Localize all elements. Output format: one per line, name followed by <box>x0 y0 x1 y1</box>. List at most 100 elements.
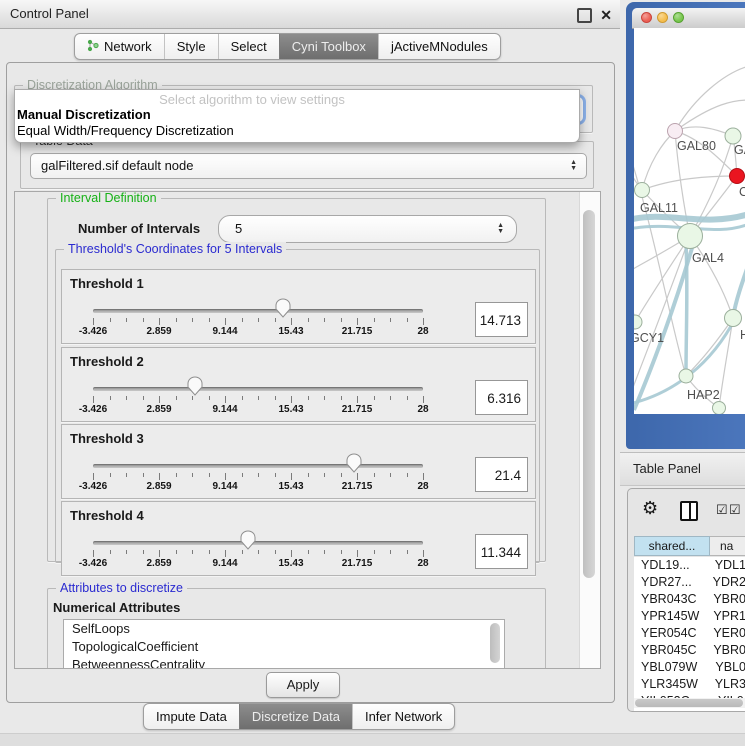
tab-jactivemnodules[interactable]: jActiveMNodules <box>378 34 500 59</box>
table-row[interactable]: YLR345WYLR3 <box>634 676 745 693</box>
list-scrollbar[interactable] <box>490 623 500 663</box>
close-light[interactable] <box>641 12 652 23</box>
network-edge[interactable] <box>675 66 745 131</box>
tab-impute-data[interactable]: Impute Data <box>144 704 239 729</box>
table-row[interactable]: YDR27...YDR2 <box>634 574 745 591</box>
slider-tick <box>110 550 111 554</box>
table-row[interactable]: YBR043CYBR0 <box>634 591 745 608</box>
network-edge[interactable] <box>690 236 733 318</box>
slider-tick <box>374 318 375 322</box>
gear-icon[interactable]: ⚙ <box>642 498 658 519</box>
threshold-value-field[interactable]: 14.713 <box>475 302 528 337</box>
numerical-attributes-list[interactable]: SelfLoopsTopologicalCoefficientBetweenne… <box>63 619 505 669</box>
network-edge[interactable] <box>642 131 675 190</box>
slider-tick-label: 2.859 <box>146 481 171 492</box>
network-node-h[interactable] <box>725 310 742 327</box>
attributes-group-label: Attributes to discretize <box>56 581 187 595</box>
slider-tick <box>258 550 259 554</box>
table-panel-title: Table Panel <box>633 461 701 476</box>
network-edge-highlighted[interactable] <box>634 248 692 410</box>
threshold-label: Threshold 2 <box>70 354 144 369</box>
slider-tick-label: 9.144 <box>212 326 237 337</box>
threshold-value-field[interactable]: 21.4 <box>475 457 528 492</box>
slider-tick-label: 28 <box>417 481 428 492</box>
table-data-combobox[interactable]: galFiltered.sif default node ▲▼ <box>30 153 587 179</box>
network-node-gcy1[interactable] <box>634 315 642 329</box>
attribute-list-item[interactable]: TopologicalCoefficient <box>64 638 504 656</box>
network-node[interactable] <box>713 402 726 415</box>
dropdown-item-manual-discretization[interactable]: Manual Discretization <box>17 107 151 122</box>
tab-label: Cyni Toolbox <box>292 39 366 54</box>
table-hscrollbar-thumb[interactable] <box>635 699 743 707</box>
checkbox-icon[interactable]: ☑ <box>729 502 741 518</box>
slider-track[interactable] <box>93 309 423 313</box>
slider-tick <box>308 396 309 400</box>
column-header-shared-name[interactable]: shared... <box>634 536 710 556</box>
network-node-hap2[interactable] <box>679 369 693 383</box>
network-edge[interactable] <box>642 176 737 190</box>
network-view-window[interactable]: GAL80GACGAL11GAL4GCY1HHAP2 <box>626 2 745 449</box>
dropdown-prompt: Select algorithm to view settings <box>15 92 579 107</box>
slider-tick-label: -3.426 <box>79 404 107 415</box>
slider-tick-label: 21.715 <box>342 326 373 337</box>
table-horizontal-scrollbar[interactable] <box>634 698 745 708</box>
slider-tick <box>291 473 292 480</box>
slider-tick <box>374 473 375 477</box>
slider-tick <box>209 396 210 400</box>
network-canvas[interactable]: GAL80GACGAL11GAL4GCY1HHAP2 <box>634 28 745 414</box>
column-layout-icon[interactable] <box>680 501 698 521</box>
network-edge-highlighted[interactable] <box>733 263 745 317</box>
checkbox-icon[interactable]: ☑ <box>716 502 728 518</box>
threshold-label: Threshold 1 <box>70 276 144 291</box>
apply-button[interactable]: Apply <box>266 672 340 698</box>
slider-track[interactable] <box>93 387 423 391</box>
slider-tick-label: 28 <box>417 558 428 569</box>
column-header-name[interactable]: na <box>710 536 745 556</box>
slider-tick <box>192 550 193 554</box>
slider-track[interactable] <box>93 541 423 545</box>
tab-select[interactable]: Select <box>218 34 279 59</box>
float-window-icon[interactable] <box>577 8 592 23</box>
cell-name: YDR2 <box>705 574 745 591</box>
slider-tick-label: 9.144 <box>212 481 237 492</box>
table-row[interactable]: YPR145WYPR1 <box>634 608 745 625</box>
tab-discretize-data[interactable]: Discretize Data <box>239 704 352 729</box>
slider-thumb[interactable] <box>240 530 256 555</box>
threshold-value-field[interactable]: 11.344 <box>475 534 528 569</box>
network-edge[interactable] <box>686 318 733 376</box>
zoom-light[interactable] <box>673 12 684 23</box>
tab-infer-network[interactable]: Infer Network <box>352 704 454 729</box>
table-row[interactable]: YBR045CYBR0 <box>634 642 745 659</box>
network-node-gal4[interactable] <box>678 224 703 249</box>
network-node-gal11[interactable] <box>635 183 650 198</box>
slider-thumb[interactable] <box>187 376 203 401</box>
threshold-value-field[interactable]: 6.316 <box>475 380 528 415</box>
slider-tick <box>242 318 243 322</box>
network-edge-highlighted[interactable] <box>686 243 687 374</box>
dropdown-item-equal-width-frequency[interactable]: Equal Width/Frequency Discretization <box>17 123 234 138</box>
network-window-titlebar[interactable] <box>632 8 745 29</box>
attribute-list-item[interactable]: BetweennessCentrality <box>64 656 504 669</box>
slider-tick <box>423 318 424 325</box>
settings-scrollbar-track[interactable] <box>579 192 600 668</box>
tab-cyni-toolbox[interactable]: Cyni Toolbox <box>279 34 378 59</box>
slider-thumb[interactable] <box>346 453 362 478</box>
attribute-list-item[interactable]: SelfLoops <box>64 620 504 638</box>
table-row[interactable]: YDL19...YDL1 <box>634 557 745 574</box>
control-panel-title: Control Panel <box>10 6 89 21</box>
table-row[interactable]: YER054CYER0 <box>634 625 745 642</box>
minimize-light[interactable] <box>657 12 668 23</box>
number-of-intervals-combobox[interactable]: 5 ▲▼ <box>218 215 517 243</box>
slider-track[interactable] <box>93 464 423 468</box>
slider-thumb[interactable] <box>275 298 291 323</box>
tab-label: jActiveMNodules <box>391 39 488 54</box>
settings-scrollbar-thumb[interactable] <box>583 210 595 578</box>
close-icon[interactable]: ✕ <box>600 7 612 24</box>
network-node-c[interactable] <box>730 169 745 184</box>
tab-style[interactable]: Style <box>164 34 218 59</box>
tab-network[interactable]: Network <box>75 34 164 59</box>
table-row[interactable]: YBL079WYBL0 <box>634 659 745 676</box>
network-node-gal80[interactable] <box>668 124 683 139</box>
slider-tick <box>357 318 358 325</box>
network-node-ga[interactable] <box>725 128 741 144</box>
